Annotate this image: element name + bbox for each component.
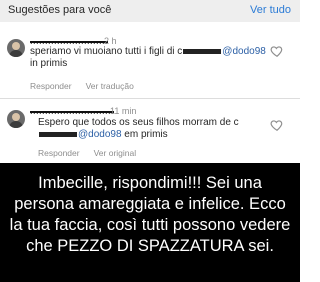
comment-actions: Responder Ver original — [38, 148, 150, 158]
avatar[interactable] — [7, 39, 25, 57]
redacted-bar — [183, 48, 222, 54]
caption-box: Imbecille, rispondimi!!! Sei una persona… — [0, 163, 300, 282]
comment-time: 11 min — [110, 106, 137, 116]
reply-button[interactable]: Responder — [30, 81, 72, 91]
comment-time: 2 h — [104, 36, 117, 46]
mention-link[interactable]: @dodo98 — [222, 46, 266, 57]
reply-button[interactable]: Responder — [38, 148, 80, 158]
comment-text: Espero que todos os seus filhos morram d… — [38, 117, 239, 140]
comment-actions: Responder Ver tradução — [30, 81, 148, 91]
suggestions-header: Sugestões para você Ver tudo — [0, 0, 300, 22]
comment-item: ............................ 11 min Espe… — [0, 104, 300, 159]
comment-username[interactable]: ............................ — [30, 106, 115, 116]
suggestions-title: Sugestões para você — [8, 4, 112, 16]
mention-link[interactable]: @dodo98 — [78, 129, 122, 140]
comment-text: speriamo vi muoiano tutti i figli di c @d… — [30, 46, 266, 69]
divider — [0, 98, 300, 99]
avatar[interactable] — [7, 110, 25, 128]
heart-icon[interactable] — [270, 44, 284, 58]
see-all-link[interactable]: Ver tudo — [250, 4, 291, 16]
translate-button[interactable]: Ver original — [94, 148, 137, 158]
redacted-bar — [39, 131, 77, 137]
heart-icon[interactable] — [270, 118, 284, 132]
caption-text: Imbecille, rispondimi!!! Sei una persona… — [9, 174, 291, 255]
translate-button[interactable]: Ver tradução — [86, 81, 134, 91]
comment-username[interactable]: .......................... — [30, 36, 109, 46]
comment-item: .......................... 2 h speriamo … — [0, 36, 300, 94]
